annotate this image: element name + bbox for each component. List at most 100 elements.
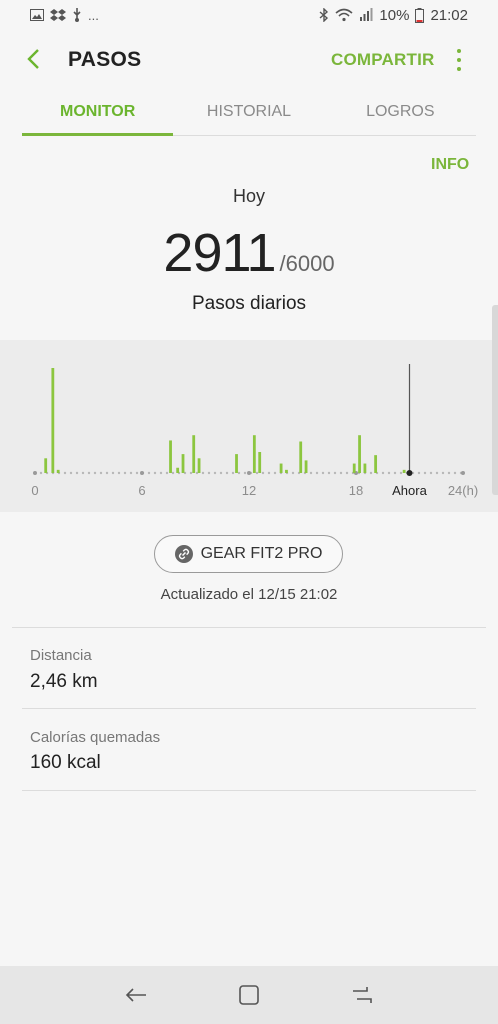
tick-dot <box>461 471 465 475</box>
tick-dot <box>33 471 37 475</box>
baseline-dot <box>261 471 265 475</box>
x-tick-label: 0 <box>31 483 38 498</box>
calories-label: Calorías quemadas <box>30 729 161 746</box>
baseline-dot <box>213 471 217 475</box>
baseline-dot <box>255 471 259 475</box>
more-notifications: ... <box>88 7 99 23</box>
baseline-dot <box>369 471 373 475</box>
x-tick-label: 6 <box>138 483 145 498</box>
divider <box>22 708 476 709</box>
chart-bar <box>44 458 48 473</box>
baseline-dot <box>435 471 439 475</box>
image-icon <box>30 9 44 21</box>
app-bar: PASOS COMPARTIR <box>0 34 498 84</box>
chart-bar <box>176 467 180 473</box>
chart-bar <box>181 454 185 473</box>
baseline-dot <box>69 471 73 475</box>
baseline-dot <box>333 471 337 475</box>
nav-back-button[interactable] <box>121 980 151 1010</box>
chart-bar <box>192 435 196 473</box>
baseline-dot <box>243 471 247 475</box>
nav-recents-button[interactable] <box>347 980 377 1010</box>
chart-bar <box>235 454 238 473</box>
tab-logros[interactable]: LOGROS <box>325 92 476 135</box>
battery-icon <box>415 7 425 23</box>
baseline-dot <box>189 471 193 475</box>
last-updated: Actualizado el 12/15 21:02 <box>160 586 338 603</box>
back-button[interactable] <box>18 44 48 74</box>
tick-dot <box>140 471 144 475</box>
wifi-icon <box>335 8 353 22</box>
chevron-left-icon <box>27 49 39 69</box>
baseline-dot <box>393 471 397 475</box>
chart-bar <box>252 435 256 473</box>
baseline-dot <box>81 471 85 475</box>
tab-monitor[interactable]: MONITOR <box>22 92 174 136</box>
baseline-dot <box>429 471 433 475</box>
baseline-dot <box>231 471 235 475</box>
baseline-dot <box>321 471 325 475</box>
baseline-dot <box>153 471 157 475</box>
status-bar-right: 10% 21:02 <box>319 7 468 24</box>
baseline-dot <box>87 471 91 475</box>
clock: 21:02 <box>430 6 468 24</box>
baseline-dot <box>147 471 151 475</box>
recents-icon <box>352 987 372 1003</box>
baseline-dot <box>225 471 229 475</box>
now-dot <box>406 470 413 476</box>
baseline-dot <box>39 471 43 475</box>
info-button[interactable]: INFO <box>431 156 469 174</box>
edge-panel-handle[interactable] <box>492 305 498 495</box>
divider <box>22 790 476 791</box>
baseline-dot <box>423 471 427 475</box>
steps-chart[interactable]: 0 6 12 18 Ahora 24(h) <box>0 340 498 512</box>
x-tick-label: 18 <box>349 483 363 498</box>
steps-goal: /6000 <box>279 251 335 276</box>
chart-bar <box>374 455 378 473</box>
tab-historial[interactable]: HISTORIAL <box>173 92 324 135</box>
baseline-dot <box>93 471 97 475</box>
chart-bar <box>51 368 55 473</box>
baseline-dot <box>315 471 319 475</box>
chart-bar <box>402 469 406 473</box>
baseline-dot <box>111 471 115 475</box>
steps-label: Pasos diarios <box>191 293 307 314</box>
baseline-dot <box>237 471 241 475</box>
dropbox-icon <box>50 8 66 21</box>
back-arrow-icon <box>126 988 147 1002</box>
baseline-dot <box>171 471 175 475</box>
distance-value: 2,46 km <box>30 671 98 692</box>
baseline-dot <box>327 471 331 475</box>
signal-icon <box>360 8 373 21</box>
baseline-dot <box>381 471 385 475</box>
baseline-dot <box>135 471 139 475</box>
baseline-dot <box>99 471 103 475</box>
chart-bar <box>258 452 262 473</box>
now-label: Ahora <box>392 483 427 498</box>
baseline-dot <box>447 471 451 475</box>
chart-bar <box>299 441 303 473</box>
steps-value: 2911 <box>163 223 276 283</box>
baseline-dot <box>267 471 271 475</box>
chart-bar <box>304 460 308 473</box>
status-bar: ... 10% 21:02 <box>0 0 498 30</box>
more-options-button[interactable] <box>450 46 468 74</box>
baseline-dot <box>453 471 457 475</box>
baseline-dot <box>273 471 277 475</box>
tab-bar: MONITOR HISTORIAL LOGROS <box>22 92 476 136</box>
baseline-dot <box>159 471 163 475</box>
bluetooth-icon <box>319 8 329 22</box>
chart-bar <box>197 458 201 473</box>
device-button[interactable]: GEAR FIT2 PRO <box>154 535 343 573</box>
nav-home-button[interactable] <box>234 980 264 1010</box>
chart-bar <box>169 440 172 473</box>
link-icon <box>174 545 193 563</box>
baseline-dot <box>129 471 133 475</box>
share-button[interactable]: COMPARTIR <box>331 50 434 70</box>
x-end-label: 24(h) <box>448 483 478 498</box>
chart-bar <box>279 463 283 473</box>
page-title: PASOS <box>68 48 142 71</box>
baseline-dot <box>417 471 421 475</box>
baseline-dot <box>441 471 445 475</box>
home-square-icon <box>239 985 259 1005</box>
